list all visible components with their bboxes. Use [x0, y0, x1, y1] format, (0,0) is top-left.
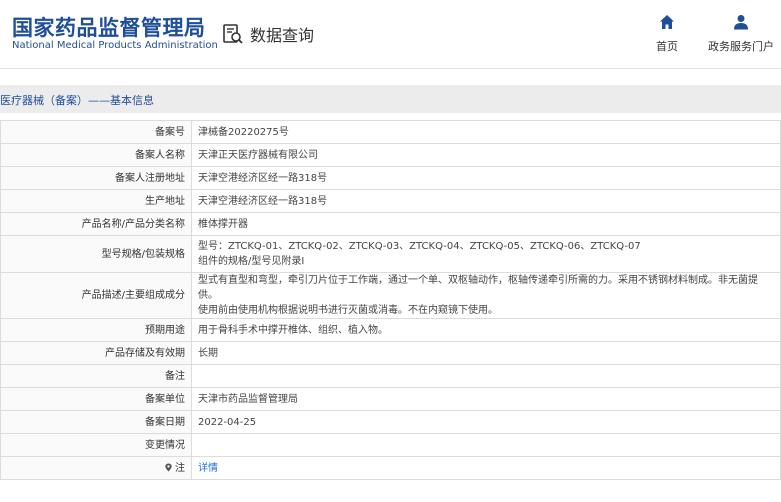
site-logo-subtitle: National Medical Products Administration [12, 40, 218, 51]
row-value-storage-validity: 长期 [191, 341, 781, 365]
note-label: 注 [175, 462, 185, 474]
table-row: 型号规格/包装规格 型号：ZTCKQ-01、ZTCKQ-02、ZTCKQ-03、… [0, 235, 781, 273]
row-label-remarks: 备注 [0, 364, 192, 388]
row-value-registrant-address: 天津空港经济区经一路318号 [191, 166, 781, 190]
row-value-product-name: 椎体撑开器 [191, 212, 781, 236]
data-query-link[interactable]: 数据查询 [222, 20, 314, 48]
nav-home[interactable]: 首页 [656, 14, 678, 54]
row-value-record-date: 2022-04-25 [191, 410, 781, 434]
table-row: 注 详情 [0, 456, 781, 480]
model-spec-line-1: 型号：ZTCKQ-01、ZTCKQ-02、ZTCKQ-03、ZTCKQ-04、Z… [198, 241, 641, 252]
row-value-record-unit: 天津市药品监督管理局 [191, 387, 781, 411]
row-label-product-description: 产品描述/主要组成成分 [0, 272, 192, 319]
row-label-note: 注 [0, 456, 192, 480]
row-label-record-number: 备案号 [0, 120, 192, 144]
row-value-production-address: 天津空港经济区经一路318号 [191, 189, 781, 213]
row-value-record-number: 津械备20220275号 [191, 120, 781, 144]
nav-gov-label: 政务服务门户 [708, 40, 774, 53]
row-label-registrant-name: 备案人名称 [0, 143, 192, 167]
row-label-record-date: 备案日期 [0, 410, 192, 434]
table-row: 备案人名称 天津正天医疗器械有限公司 [0, 143, 781, 167]
breadcrumb-bar: 医疗器械（备案）——基本信息 [0, 85, 781, 113]
user-icon [734, 15, 748, 30]
description-line-1: 型式有直型和弯型，牵引刀片位于工作端，通过一个单、双枢轴动作，枢轴传递牵引所需的… [198, 275, 758, 301]
table-row: 产品描述/主要组成成分 型式有直型和弯型，牵引刀片位于工作端，通过一个单、双枢轴… [0, 272, 781, 319]
table-row: 预期用途 用于骨科手术中撑开椎体、组织、植入物。 [0, 318, 781, 342]
row-label-product-name: 产品名称/产品分类名称 [0, 212, 192, 236]
row-label-production-address: 生产地址 [0, 189, 192, 213]
data-query-label: 数据查询 [250, 26, 315, 45]
row-label-intended-use: 预期用途 [0, 318, 192, 342]
details-link[interactable]: 详情 [198, 463, 218, 474]
table-row: 产品存储及有效期 长期 [0, 341, 781, 365]
table-row: 备案人注册地址 天津空港经济区经一路318号 [0, 166, 781, 190]
location-pin-icon [165, 462, 172, 472]
home-icon [660, 15, 674, 29]
row-label-storage-validity: 产品存储及有效期 [0, 341, 192, 365]
table-row: 产品名称/产品分类名称 椎体撑开器 [0, 212, 781, 236]
nav-home-label: 首页 [656, 40, 678, 53]
site-header: 国家药品监督管理局 National Medical Products Admi… [0, 0, 781, 68]
site-logo-title[interactable]: 国家药品监督管理局 [12, 12, 206, 42]
nav-gov-service[interactable]: 政务服务门户 [708, 14, 774, 54]
row-label-record-unit: 备案单位 [0, 387, 192, 411]
description-line-2: 使用前由使用机构根据说明书进行灭菌或消毒。不在内窥镜下使用。 [198, 305, 498, 316]
table-row: 生产地址 天津空港经济区经一路318号 [0, 189, 781, 213]
row-value-note: 详情 [191, 456, 781, 480]
row-value-remarks [191, 364, 781, 388]
document-search-icon [223, 24, 243, 44]
table-row: 备案日期 2022-04-25 [0, 410, 781, 434]
model-spec-line-2: 组件的规格/型号见附录I [198, 256, 305, 267]
header-divider [0, 68, 781, 69]
breadcrumb: 医疗器械（备案）——基本信息 [0, 94, 154, 107]
table-row: 备案号 津械备20220275号 [0, 120, 781, 144]
row-label-model-spec: 型号规格/包装规格 [0, 235, 192, 273]
row-value-change-status [191, 433, 781, 457]
row-value-registrant-name: 天津正天医疗器械有限公司 [191, 143, 781, 167]
row-value-model-spec: 型号：ZTCKQ-01、ZTCKQ-02、ZTCKQ-03、ZTCKQ-04、Z… [191, 235, 781, 273]
detail-table: 备案号 津械备20220275号 备案人名称 天津正天医疗器械有限公司 备案人注… [0, 120, 781, 480]
row-value-product-description: 型式有直型和弯型，牵引刀片位于工作端，通过一个单、双枢轴动作，枢轴传递牵引所需的… [191, 272, 781, 319]
row-value-intended-use: 用于骨科手术中撑开椎体、组织、植入物。 [191, 318, 781, 342]
table-row: 备案单位 天津市药品监督管理局 [0, 387, 781, 411]
row-label-change-status: 变更情况 [0, 433, 192, 457]
table-row: 变更情况 [0, 433, 781, 457]
table-row: 备注 [0, 364, 781, 388]
row-label-registrant-address: 备案人注册地址 [0, 166, 192, 190]
